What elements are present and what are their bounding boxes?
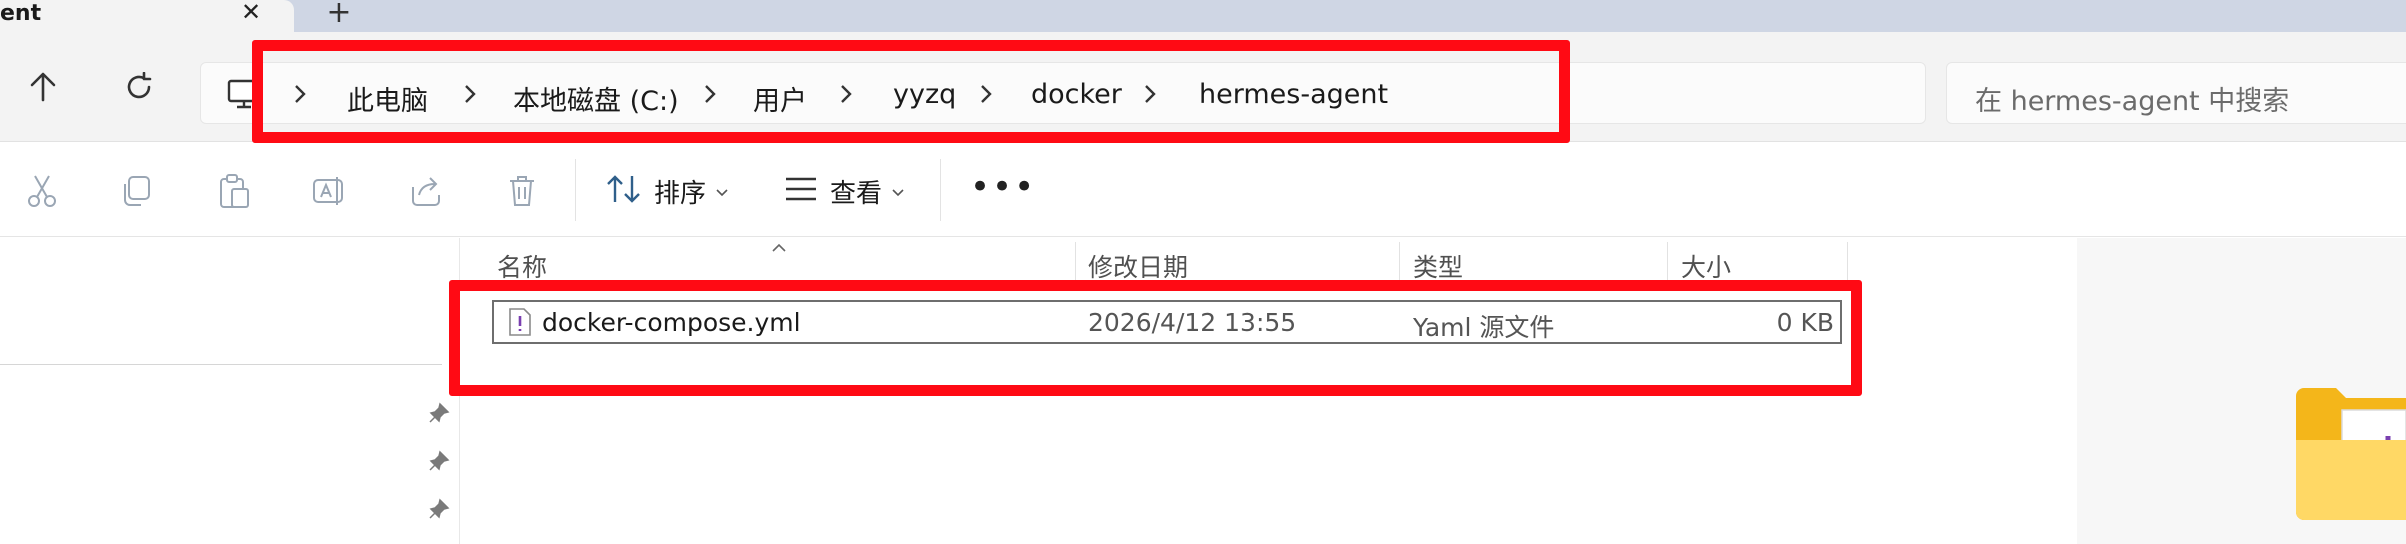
pin-icon[interactable]	[428, 498, 450, 520]
view-label: 查看	[830, 178, 883, 209]
search-placeholder: 在 hermes-agent 中搜索	[1975, 86, 2290, 117]
navigation-pane	[0, 238, 460, 544]
pin-icon[interactable]	[428, 450, 450, 472]
paste-icon[interactable]	[216, 173, 252, 209]
sort-ascending-icon	[771, 238, 787, 257]
column-divider[interactable]	[1847, 242, 1848, 282]
view-button[interactable]: 查看	[784, 171, 904, 211]
tab-title: ent	[0, 1, 42, 26]
file-explorer-window: ent ✕ + 此电脑 本地磁盘 (C:) 用户 yyzq docker her…	[0, 0, 2406, 544]
sort-label: 排序	[654, 178, 707, 209]
column-header-size[interactable]: 大小	[1681, 248, 1731, 284]
pin-icon[interactable]	[428, 402, 450, 424]
highlight-file-row	[449, 280, 1862, 396]
tab-hermes-agent[interactable]: ent ✕	[0, 0, 294, 32]
column-divider[interactable]	[1075, 242, 1076, 282]
more-options-button[interactable]: •••	[970, 167, 1036, 207]
search-input[interactable]: 在 hermes-agent 中搜索	[1946, 62, 2406, 124]
folder-icon	[2296, 384, 2406, 528]
sort-icon	[606, 174, 642, 208]
copy-icon[interactable]	[118, 173, 154, 209]
column-header-name[interactable]: 名称	[497, 248, 547, 284]
column-header-type[interactable]: 类型	[1413, 248, 1463, 284]
column-header-modified[interactable]: 修改日期	[1088, 248, 1188, 284]
view-icon	[784, 176, 818, 206]
refresh-icon[interactable]	[124, 70, 154, 104]
chevron-down-icon	[716, 182, 728, 201]
divider	[940, 159, 941, 221]
rename-icon[interactable]	[312, 173, 348, 209]
new-tab-button[interactable]: +	[326, 0, 352, 28]
share-icon[interactable]	[408, 173, 444, 209]
command-bar: 排序 查看 •••	[0, 143, 2406, 237]
sort-button[interactable]: 排序	[606, 171, 728, 211]
cut-icon[interactable]	[24, 173, 60, 209]
chevron-down-icon	[892, 182, 904, 201]
tab-strip: ent ✕ +	[0, 0, 2406, 32]
up-arrow-icon[interactable]	[28, 70, 58, 104]
column-divider[interactable]	[1399, 242, 1400, 282]
highlight-address-box	[252, 40, 1570, 143]
column-divider[interactable]	[1667, 242, 1668, 282]
tab-close-icon[interactable]: ✕	[240, 0, 262, 26]
delete-icon[interactable]	[504, 173, 540, 209]
divider	[575, 159, 576, 221]
nav-separator	[0, 364, 442, 365]
